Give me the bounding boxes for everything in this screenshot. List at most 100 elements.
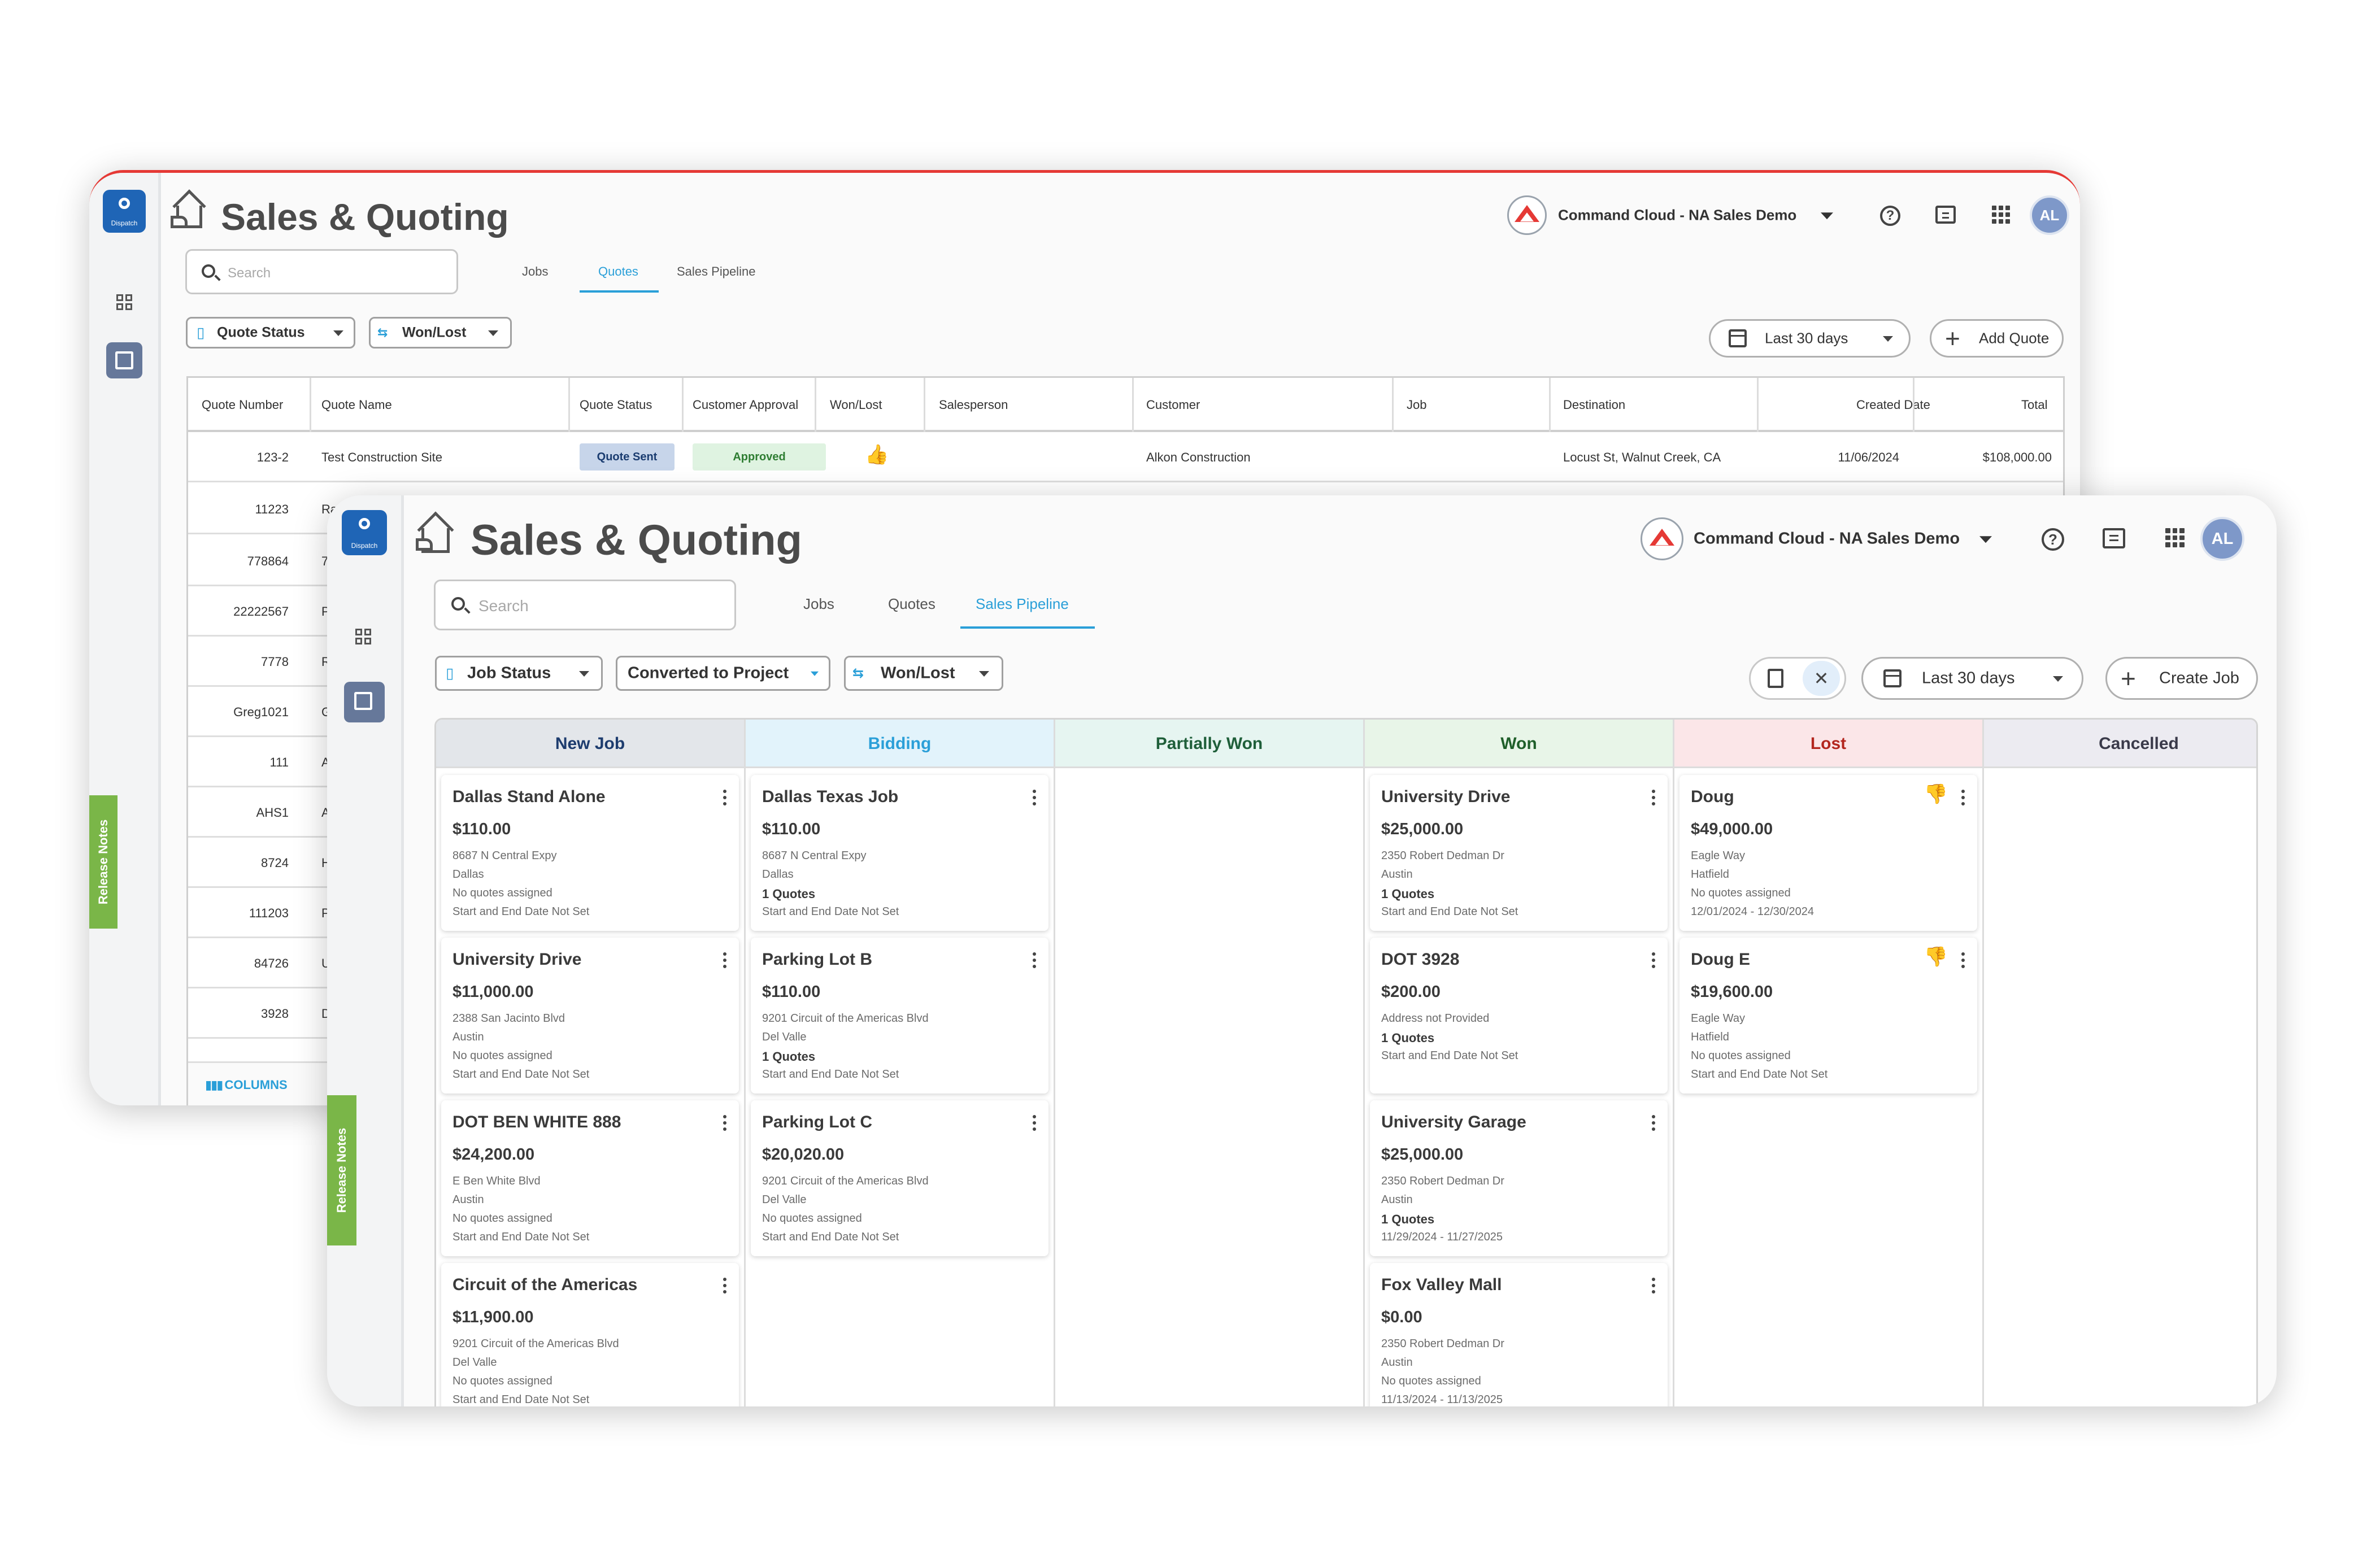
job-card[interactable]: Doug E $19,600.00 Eagle Way Hatfield No quot… — [1679, 938, 1977, 1094]
job-card[interactable]: Parking Lot B $110.00 9201 Circuit of the … — [751, 938, 1048, 1094]
avatar[interactable]: AL — [2200, 517, 2244, 561]
more-options-icon[interactable] — [1961, 790, 1965, 807]
job-card[interactable]: Dallas Texas Job $110.00 8687 N Central Ex… — [751, 775, 1048, 931]
date-range-picker[interactable]: Last 30 days — [1861, 657, 2083, 700]
apps-grid-icon[interactable] — [1992, 206, 2010, 224]
list-view-icon[interactable] — [1768, 669, 1783, 688]
more-options-icon[interactable] — [1961, 952, 1965, 969]
job-name: DOT 3928 — [1381, 950, 1460, 969]
more-options-icon[interactable] — [1652, 1115, 1655, 1132]
job-card[interactable]: Circuit of the Americas $11,900.00 9201 Ci… — [441, 1263, 739, 1406]
more-options-icon[interactable] — [1033, 1115, 1036, 1132]
dispatch-logo[interactable]: Dispatch — [103, 190, 146, 233]
column-header[interactable]: Created Date — [1856, 378, 1930, 432]
document-icon: ▯ — [197, 324, 205, 341]
quote-status-filter[interactable]: ▯ Quote Status — [186, 317, 355, 349]
dispatch-logo[interactable]: Dispatch — [342, 510, 387, 555]
job-amount: $25,000.00 — [1381, 820, 1464, 838]
column-header[interactable]: Customer — [1146, 378, 1200, 432]
job-card[interactable]: Dallas Stand Alone $110.00 8687 N Central … — [441, 775, 739, 931]
job-card[interactable]: Doug $49,000.00 Eagle Way Hatfield No quotes… — [1679, 775, 1977, 931]
column-header[interactable]: Won/Lost — [830, 378, 882, 432]
help-icon[interactable]: ? — [1880, 206, 1900, 226]
dashboard-icon[interactable] — [355, 629, 372, 646]
search-icon — [451, 597, 465, 611]
pipeline-column: Bidding Dallas Texas Job $110.00 8687 N Cen… — [746, 720, 1055, 1406]
more-options-icon[interactable] — [1652, 952, 1655, 969]
column-header[interactable]: Quote Name — [321, 378, 392, 432]
more-options-icon[interactable] — [723, 1115, 726, 1132]
job-detail: Eagle Way — [1691, 850, 1745, 862]
job-detail: No quotes assigned — [1691, 1049, 1791, 1062]
columns-button[interactable]: ▮▮▮ COLUMNS — [205, 1078, 288, 1092]
more-options-icon[interactable] — [1033, 790, 1036, 807]
org-selector[interactable]: Command Cloud - NA Sales Demo — [1507, 195, 1857, 235]
sales-quoting-nav-icon[interactable] — [344, 682, 385, 722]
column-header[interactable]: Salesperson — [939, 378, 1008, 432]
columns-icon: ▮▮▮ — [205, 1078, 225, 1092]
column-header[interactable]: Destination — [1563, 378, 1625, 432]
table-row[interactable]: 123-2 Test Construction Site Quote Sent … — [188, 432, 2063, 482]
job-amount: $20,020.00 — [762, 1145, 845, 1164]
column-header[interactable]: Quote Status — [580, 378, 652, 432]
more-options-icon[interactable] — [1652, 1278, 1655, 1295]
pipeline-column: New Job Dallas Stand Alone $110.00 8687 N C… — [436, 720, 746, 1406]
release-notes-tab[interactable]: Release Notes — [89, 795, 118, 929]
sales-quoting-nav-icon[interactable] — [106, 342, 142, 378]
search-input[interactable]: Search — [434, 580, 736, 630]
tab-sales-pipeline[interactable]: Sales Pipeline — [677, 264, 755, 279]
release-notes-tab[interactable]: Release Notes — [327, 1095, 356, 1245]
job-detail: No quotes assigned — [452, 1049, 552, 1062]
won-lost-filter[interactable]: ⇆ Won/Lost — [844, 656, 1003, 691]
job-card[interactable]: Parking Lot C $20,020.00 9201 Circuit of t… — [751, 1100, 1048, 1256]
add-quote-button[interactable]: + Add Quote — [1930, 319, 2064, 358]
more-options-icon[interactable] — [1033, 952, 1036, 969]
logo-label: Dispatch — [111, 219, 138, 227]
more-options-icon[interactable] — [723, 1278, 726, 1295]
tab-jobs[interactable]: Jobs — [522, 264, 548, 279]
job-detail: Start and End Date Not Set — [452, 1068, 590, 1081]
create-job-button[interactable]: + Create Job — [2105, 657, 2258, 700]
job-status-filter[interactable]: ▯ Job Status — [435, 656, 603, 691]
tab-quotes[interactable]: Quotes — [888, 595, 935, 613]
dashboard-icon[interactable] — [116, 294, 133, 311]
apps-grid-icon[interactable] — [2165, 528, 2185, 547]
messages-icon[interactable] — [2103, 528, 2125, 548]
job-detail: Start and End Date Not Set — [762, 1231, 899, 1243]
job-card[interactable]: DOT BEN WHITE 888 $24,200.00 E Ben White B… — [441, 1100, 739, 1256]
date-range-picker[interactable]: Last 30 days — [1709, 319, 1911, 358]
column-header[interactable]: Total — [2021, 378, 2047, 432]
column-header[interactable]: Job — [1407, 378, 1426, 432]
job-detail: Austin — [452, 1031, 484, 1043]
job-detail: Austin — [1381, 868, 1413, 881]
tab-quotes[interactable]: Quotes — [598, 264, 638, 279]
search-input[interactable]: Search — [185, 249, 458, 294]
converted-to-project-filter[interactable]: Converted to Project — [616, 656, 830, 691]
avatar[interactable]: AL — [2030, 195, 2069, 235]
tab-jobs[interactable]: Jobs — [803, 595, 834, 613]
more-options-icon[interactable] — [1652, 790, 1655, 807]
job-card[interactable]: University Drive $11,000.00 2388 San Jacin… — [441, 938, 739, 1094]
job-card[interactable]: Fox Valley Mall $0.00 2350 Robert Dedman D… — [1370, 1263, 1668, 1406]
more-options-icon[interactable] — [723, 952, 726, 969]
job-detail: Start and End Date Not Set — [1381, 1049, 1518, 1062]
won-lost-filter[interactable]: ⇆ Won/Lost — [369, 317, 512, 349]
column-header[interactable]: Customer Approval — [693, 378, 798, 432]
column-header[interactable]: Quote Number — [202, 378, 283, 432]
chevron-down-icon — [1821, 212, 1833, 220]
filter-label: Won/Lost — [402, 324, 467, 341]
job-amount: $19,600.00 — [1691, 983, 1773, 1001]
help-icon[interactable]: ? — [2042, 528, 2064, 551]
job-card[interactable]: University Garage $25,000.00 2350 Robert D… — [1370, 1100, 1668, 1256]
job-detail: 8687 N Central Expy — [452, 850, 557, 862]
chevron-down-icon — [1979, 536, 1992, 543]
job-card[interactable]: DOT 3928 $200.00 Address not Provided 1 Quo… — [1370, 938, 1668, 1094]
job-detail: No quotes assigned — [1381, 1375, 1481, 1387]
job-card[interactable]: University Drive $25,000.00 2350 Robert De… — [1370, 775, 1668, 931]
more-options-icon[interactable] — [723, 790, 726, 807]
date-range-label: Last 30 days — [1922, 669, 2015, 687]
org-selector[interactable]: Command Cloud - NA Sales Demo — [1641, 517, 2013, 561]
tab-sales-pipeline[interactable]: Sales Pipeline — [976, 595, 1069, 613]
pipeline-view-icon[interactable]: ✕ — [1803, 661, 1840, 696]
messages-icon[interactable] — [1935, 206, 1956, 224]
